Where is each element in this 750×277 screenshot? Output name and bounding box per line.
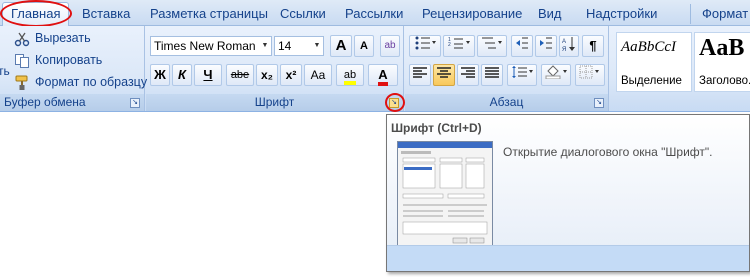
style-emphasis-name: Выделение	[621, 75, 682, 87]
subscript-button[interactable]: x₂	[256, 64, 278, 86]
tab-format[interactable]: Формат	[702, 5, 748, 23]
clipboard-group: ть Вырезать Копировать Формат по образцу…	[0, 26, 147, 111]
font-color-label: A	[378, 67, 388, 86]
style-heading[interactable]: AaB Заголово...	[694, 32, 750, 92]
ribbon: ть Вырезать Копировать Формат по образцу…	[0, 26, 750, 112]
copy-label: Копировать	[35, 53, 103, 67]
svg-text:2: 2	[448, 42, 451, 48]
chevron-down-icon[interactable]: ▼	[259, 37, 271, 55]
italic-button[interactable]: К	[172, 64, 192, 86]
font-tooltip: Шрифт (Ctrl+D) Открытие диалогового окна…	[386, 114, 750, 272]
tab-addins[interactable]: Надстройки	[586, 5, 657, 23]
tab-page-layout[interactable]: Разметка страницы	[150, 5, 268, 23]
highlight-color-button[interactable]: ab	[336, 64, 364, 86]
tab-references[interactable]: Ссылки	[280, 5, 326, 23]
highlight-label: ab	[343, 69, 357, 85]
font-dialog-thumbnail	[397, 141, 493, 247]
align-right-button[interactable]	[457, 64, 479, 86]
tab-mailings[interactable]: Рассылки	[345, 5, 403, 23]
align-left-icon	[413, 67, 427, 78]
font-color-button[interactable]: A	[368, 64, 398, 86]
increase-indent-button[interactable]	[535, 35, 557, 57]
shrink-font-button[interactable]: A	[354, 35, 374, 57]
numbering-icon: 12	[448, 37, 470, 49]
font-size-combo[interactable]: 14 ▼	[274, 36, 324, 56]
decrease-indent-icon	[516, 37, 528, 49]
sort-button[interactable]: AЯ	[559, 35, 579, 57]
font-size-value: 14	[278, 39, 292, 53]
paragraph-group-label: Абзац	[405, 94, 608, 111]
tooltip-footer	[387, 245, 749, 271]
copy-icon	[14, 53, 30, 69]
grow-font-button[interactable]: A	[330, 35, 352, 57]
paste-button-fragment[interactable]: ть	[0, 64, 10, 78]
tab-review[interactable]: Рецензирование	[422, 5, 522, 23]
clipboard-group-label: Буфер обмена	[0, 94, 144, 111]
tab-divider	[690, 4, 691, 24]
line-spacing-button[interactable]	[507, 64, 537, 86]
borders-button[interactable]	[575, 64, 605, 86]
tooltip-title: Шрифт (Ctrl+D)	[391, 121, 482, 135]
multilevel-list-icon	[482, 37, 502, 49]
svg-text:Я: Я	[562, 47, 566, 52]
strikethrough-button[interactable]: abe	[226, 64, 254, 86]
format-painter-button[interactable]: Формат по образцу	[14, 72, 147, 92]
tab-insert[interactable]: Вставка	[82, 5, 130, 23]
numbering-button[interactable]: 12	[443, 35, 475, 57]
brush-icon	[14, 75, 30, 91]
paragraph-group: 12 AЯ ¶ Абзац ↘	[405, 26, 609, 111]
change-case-button[interactable]: Aa	[304, 64, 332, 86]
style-heading-sample: AaB	[699, 35, 745, 61]
styles-group: AaBbCcI Выделение AaB Заголово...	[612, 26, 750, 111]
bullets-button[interactable]	[409, 35, 441, 57]
show-formatting-button[interactable]: ¶	[582, 35, 604, 57]
chevron-down-icon[interactable]: ▼	[311, 37, 323, 55]
bold-button[interactable]: Ж	[150, 64, 170, 86]
bullets-icon	[415, 36, 436, 50]
cut-button[interactable]: Вырезать	[14, 28, 91, 48]
red-highlight-ellipse-launcher	[385, 93, 405, 112]
red-highlight-ellipse-home	[0, 0, 72, 27]
font-name-value: Times New Roman	[154, 39, 256, 53]
cut-label: Вырезать	[35, 31, 91, 45]
ribbon-tab-bar: Главная Вставка Разметка страницы Ссылки…	[0, 0, 750, 27]
justify-button[interactable]	[481, 64, 503, 86]
decrease-indent-button[interactable]	[511, 35, 533, 57]
clipboard-dialog-launcher[interactable]: ↘	[130, 98, 140, 108]
scissors-icon	[14, 31, 30, 47]
align-center-button[interactable]	[433, 64, 455, 86]
format-painter-label: Формат по образцу	[35, 75, 148, 89]
multilevel-list-button[interactable]	[477, 35, 507, 57]
increase-indent-icon	[540, 37, 552, 49]
align-right-icon	[461, 67, 475, 78]
paragraph-dialog-launcher[interactable]: ↘	[594, 98, 604, 108]
shading-button[interactable]	[541, 64, 571, 86]
tooltip-description: Открытие диалогового окна "Шрифт".	[503, 145, 713, 159]
line-spacing-icon	[512, 66, 533, 78]
paint-bucket-icon	[545, 65, 567, 80]
clear-format-button[interactable]: ab	[380, 35, 400, 57]
font-group-label: Шрифт	[146, 94, 403, 111]
font-name-combo[interactable]: Times New Roman ▼	[150, 36, 272, 56]
align-center-icon	[437, 67, 451, 78]
align-left-button[interactable]	[409, 64, 431, 86]
underline-button[interactable]: Ч	[194, 64, 222, 86]
svg-text:A: A	[562, 39, 566, 45]
style-emphasis-sample: AaBbCcI	[621, 39, 676, 55]
style-heading-name: Заголово...	[699, 75, 750, 87]
font-group: Times New Roman ▼ 14 ▼ A A ab Ж К Ч abe …	[146, 26, 405, 112]
sort-icon: AЯ	[562, 37, 575, 53]
tab-view[interactable]: Вид	[538, 5, 562, 23]
borders-icon	[579, 65, 599, 79]
justify-icon	[485, 67, 499, 78]
copy-button[interactable]: Копировать	[14, 50, 102, 70]
style-emphasis[interactable]: AaBbCcI Выделение	[616, 32, 692, 92]
superscript-button[interactable]: x²	[280, 64, 302, 86]
